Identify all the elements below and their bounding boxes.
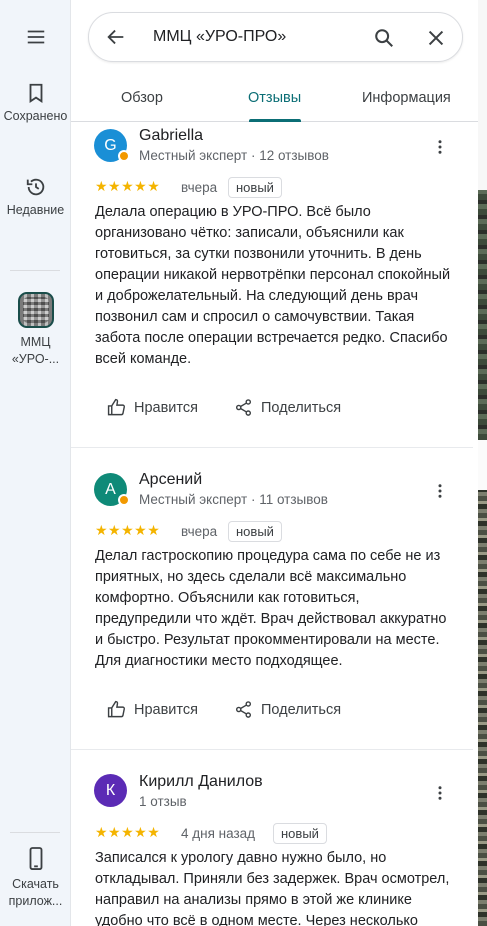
share-label: Поделиться	[261, 701, 342, 718]
review-card: G Gabriella Местный эксперт · 12 отзывов…	[71, 122, 473, 448]
reviewer-name[interactable]: Gabriella	[139, 127, 203, 145]
like-button[interactable]: Нравится	[107, 700, 198, 719]
search-query[interactable]: ММЦ «УРО-ПРО»	[153, 28, 286, 46]
star-rating: ★★★★★	[95, 522, 161, 538]
review-date: вчера	[181, 524, 218, 539]
tab-reviews[interactable]: Отзывы	[248, 90, 301, 106]
back-arrow-icon[interactable]	[105, 26, 127, 48]
rail-divider	[10, 270, 60, 271]
left-rail: Сохранено Недавние ММЦ «УРО-... Скачать …	[0, 0, 71, 926]
bookmark-icon	[29, 83, 42, 103]
review-card: А Арсений Местный эксперт · 11 отзывов ★…	[71, 448, 473, 750]
recent-label: Недавние	[6, 203, 65, 217]
thumb-up-icon	[107, 700, 125, 718]
history-icon	[26, 178, 44, 196]
recent-button[interactable]: Недавние	[0, 176, 71, 219]
thumb-up-icon	[107, 398, 125, 416]
avatar-initial: G	[104, 137, 117, 154]
review-date: 4 дня назад	[181, 826, 256, 841]
search-box[interactable]: ММЦ «УРО-ПРО»	[88, 12, 463, 62]
more-vert-icon[interactable]	[431, 138, 449, 156]
reviewer-name[interactable]: Кирилл Данилов	[139, 773, 263, 791]
menu-icon	[27, 30, 44, 44]
tab-overview[interactable]: Обзор	[121, 90, 163, 106]
star-rating: ★★★★★	[95, 178, 161, 194]
tab-info[interactable]: Информация	[362, 90, 451, 106]
download-label: Скачать прилож...	[8, 877, 63, 908]
avatar-initial: К	[105, 782, 116, 799]
new-badge: новый	[228, 177, 282, 198]
place-panel: ММЦ «УРО-ПРО» Обзор Отзывы Информация G …	[71, 0, 478, 926]
search-icon[interactable]	[373, 27, 395, 49]
review-date: вчера	[181, 180, 218, 195]
like-button[interactable]: Нравится	[107, 398, 198, 417]
map-view[interactable]	[478, 0, 487, 926]
download-app-button[interactable]: Скачать прилож...	[0, 846, 71, 910]
reviewer-name[interactable]: Арсений	[139, 471, 202, 489]
review-text: Делала операцию в УРО-ПРО. Всё было орга…	[95, 204, 451, 367]
place-label: ММЦ «УРО-...	[11, 335, 60, 366]
more-vert-icon[interactable]	[431, 482, 449, 500]
share-icon	[235, 701, 252, 718]
share-button[interactable]: Поделиться	[234, 700, 341, 719]
share-button[interactable]: Поделиться	[234, 398, 341, 417]
recent-place-button[interactable]: ММЦ «УРО-...	[0, 292, 71, 368]
phone-icon	[29, 847, 42, 870]
review-card: К Кирилл Данилов 1 отзыв ★★★★★ 4 дня наз…	[71, 750, 473, 926]
place-thumbnail	[17, 292, 54, 328]
reviewer-meta[interactable]: Местный эксперт · 12 отзывов	[139, 148, 329, 163]
menu-button[interactable]	[0, 26, 71, 52]
reviews-list: G Gabriella Местный эксперт · 12 отзывов…	[71, 122, 473, 926]
new-badge: новый	[228, 521, 282, 542]
review-text: Записался к урологу давно нужно было, но…	[95, 850, 450, 926]
like-label: Нравится	[134, 399, 198, 416]
new-badge: новый	[273, 823, 327, 844]
share-icon	[235, 399, 252, 416]
local-guide-badge	[118, 494, 130, 506]
tab-bar: Обзор Отзывы Информация	[71, 76, 478, 122]
avatar-initial: А	[105, 481, 116, 498]
reviewer-meta[interactable]: 1 отзыв	[139, 794, 187, 809]
review-text: Делал гастроскопию процедура сама по себ…	[95, 548, 447, 669]
close-icon[interactable]	[425, 27, 447, 49]
share-label: Поделиться	[261, 399, 342, 416]
rail-divider-bottom	[10, 832, 60, 833]
saved-button[interactable]: Сохранено	[0, 82, 71, 125]
reviewer-meta[interactable]: Местный эксперт · 11 отзывов	[139, 492, 328, 507]
local-guide-badge	[118, 150, 130, 162]
avatar[interactable]: К	[94, 774, 127, 807]
more-vert-icon[interactable]	[431, 784, 449, 802]
saved-label: Сохранено	[3, 109, 68, 123]
like-label: Нравится	[134, 701, 198, 718]
star-rating: ★★★★★	[95, 824, 161, 840]
avatar[interactable]: G	[94, 129, 130, 162]
avatar[interactable]: А	[94, 473, 130, 506]
